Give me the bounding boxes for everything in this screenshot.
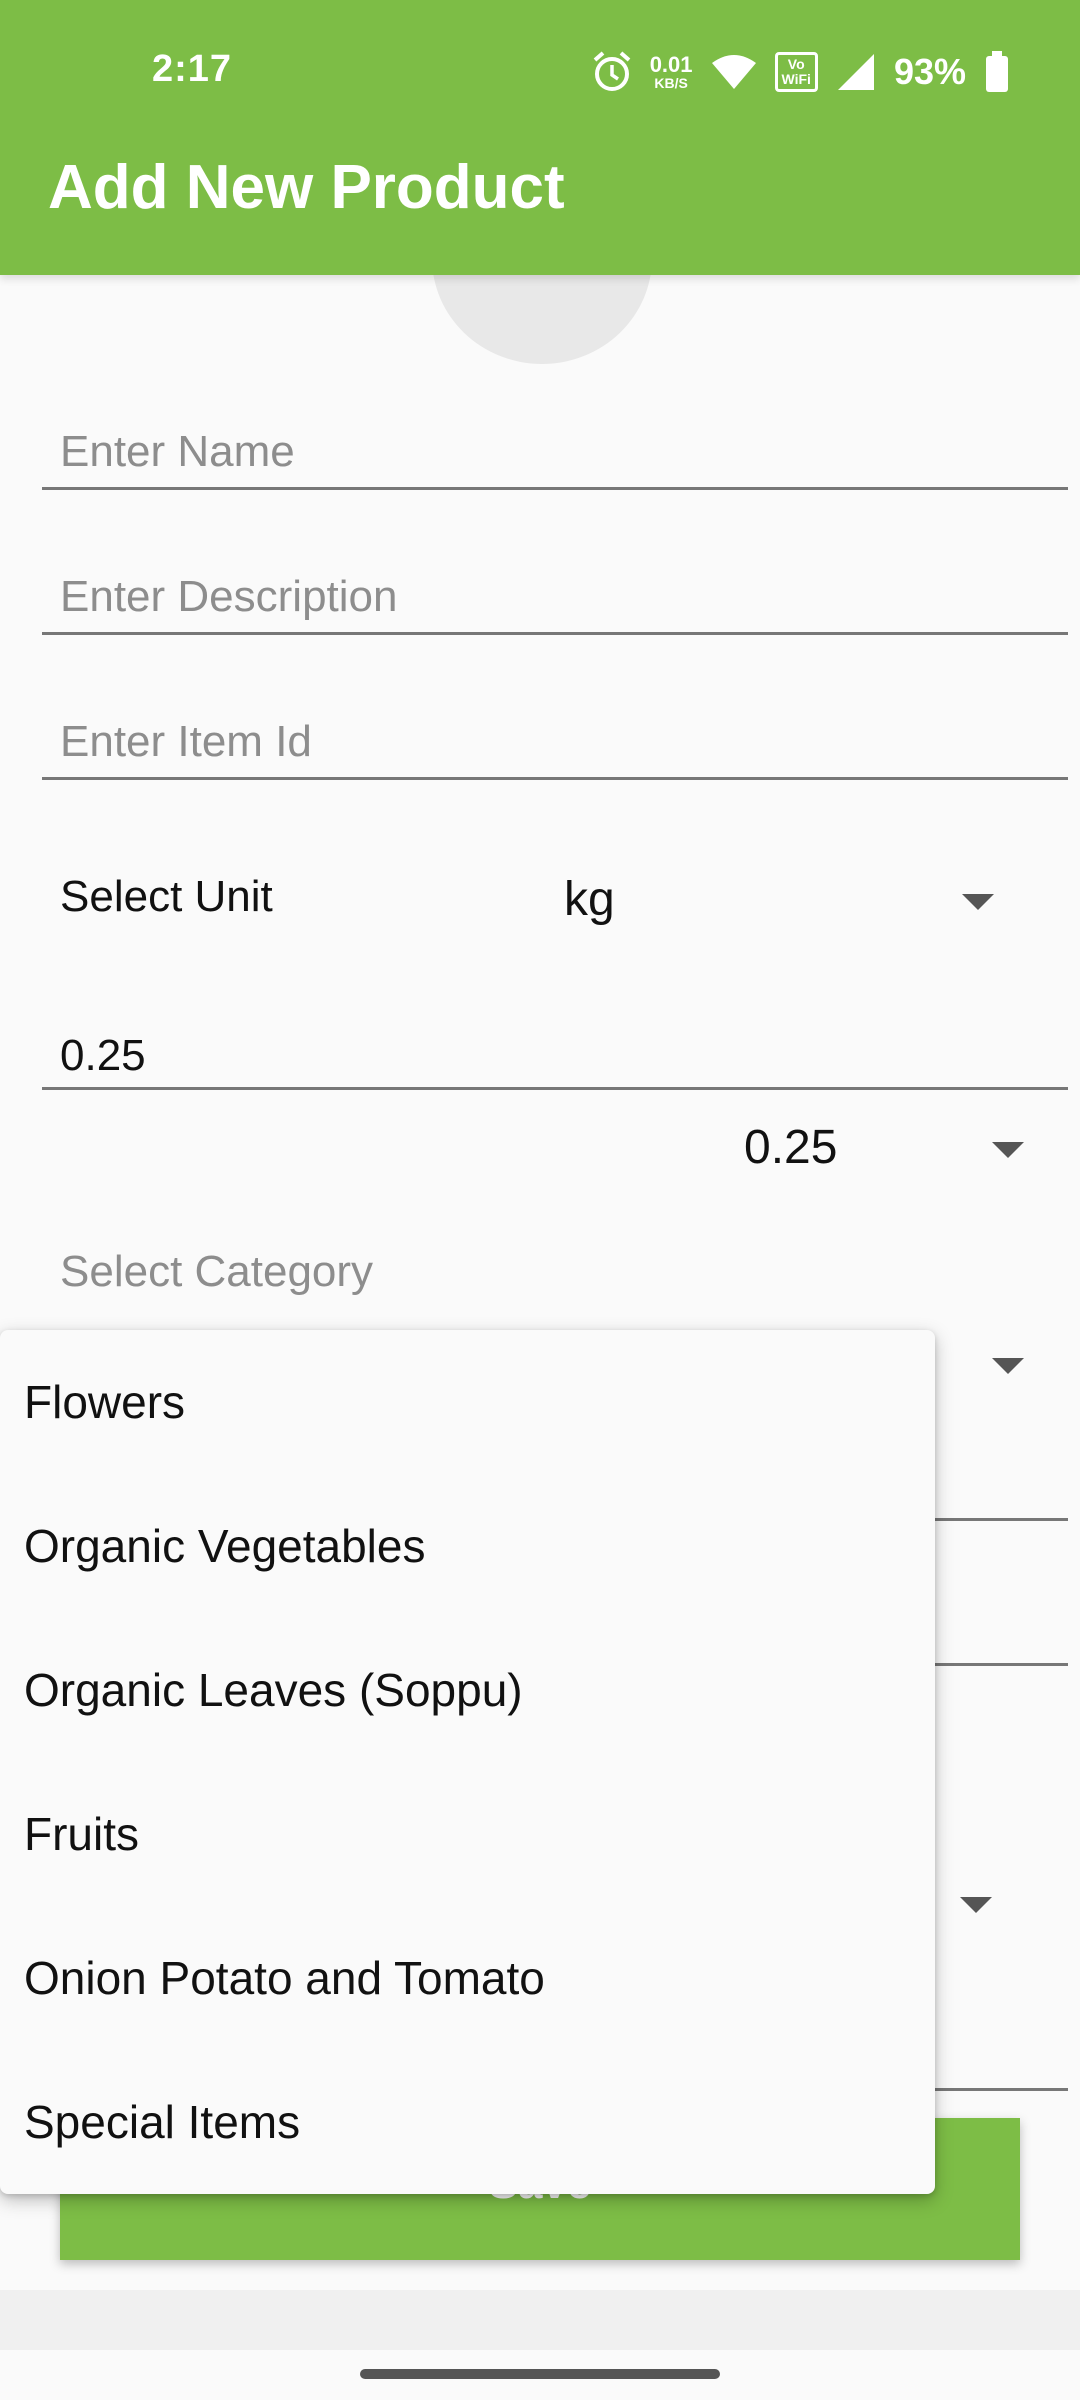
- chevron-down-icon[interactable]: [960, 1897, 992, 1913]
- bottom-area: [0, 2290, 1080, 2350]
- category-option-special-items[interactable]: Special Items: [0, 2050, 935, 2194]
- category-option-flowers[interactable]: Flowers: [0, 1330, 935, 1474]
- unit-label: Select Unit: [60, 872, 273, 921]
- menu-item-label: Organic Vegetables: [24, 1520, 426, 1572]
- category-label: Select Category: [60, 1247, 374, 1296]
- chevron-down-icon[interactable]: [992, 1358, 1024, 1374]
- app-bar: 2:17 0.01 KB/S Vo WiFi 93% Add New Produ…: [0, 0, 1080, 275]
- menu-item-label: Special Items: [24, 2096, 301, 2148]
- name-input[interactable]: Enter Name: [42, 417, 1068, 490]
- chevron-down-icon: [962, 894, 994, 910]
- alarm-icon: [593, 51, 631, 91]
- battery-icon: [986, 51, 1008, 92]
- home-gesture-bar[interactable]: [360, 2369, 720, 2379]
- menu-item-label: Organic Leaves (Soppu): [24, 1664, 523, 1716]
- category-option-organic-leaves[interactable]: Organic Leaves (Soppu): [0, 1618, 935, 1762]
- category-menu: Flowers Organic Vegetables Organic Leave…: [0, 1330, 935, 2194]
- item-id-placeholder: Enter Item Id: [60, 717, 312, 766]
- quantity-dropdown[interactable]: 0.25: [720, 1110, 1040, 1190]
- description-input[interactable]: Enter Description: [42, 562, 1068, 635]
- quantity-value: 0.25: [60, 1031, 146, 1080]
- battery-percent: 93%: [893, 51, 966, 92]
- wifi-icon: [711, 55, 756, 89]
- net-speed-indicator: 0.01 KB/S: [649, 52, 693, 91]
- menu-item-label: Onion Potato and Tomato: [24, 1952, 545, 2004]
- vowifi-bottom: WiFi: [781, 71, 811, 87]
- quantity-input[interactable]: 0.25: [42, 1017, 1068, 1090]
- net-speed-value: 0.01: [649, 52, 693, 77]
- status-time: 2:17: [152, 48, 233, 90]
- status-icons: 0.01 KB/S Vo WiFi 93%: [592, 44, 1010, 100]
- vowifi-top: Vo: [787, 56, 805, 72]
- description-placeholder: Enter Description: [60, 572, 398, 621]
- cell-signal-icon: [837, 54, 874, 90]
- vowifi-icon: Vo WiFi: [774, 52, 818, 92]
- net-speed-unit: KB/S: [654, 75, 688, 91]
- menu-item-label: Flowers: [24, 1376, 186, 1428]
- menu-item-label: Fruits: [24, 1808, 139, 1860]
- unit-dropdown[interactable]: kg: [540, 850, 1030, 950]
- page-title: Add New Product: [48, 153, 565, 222]
- unit-value: kg: [564, 873, 615, 926]
- category-option-onion-potato-tomato[interactable]: Onion Potato and Tomato: [0, 1906, 935, 2050]
- item-id-input[interactable]: Enter Item Id: [42, 707, 1068, 780]
- category-option-organic-vegetables[interactable]: Organic Vegetables: [0, 1474, 935, 1618]
- field-underline: [935, 1663, 1068, 1666]
- name-placeholder: Enter Name: [60, 427, 295, 476]
- category-option-fruits[interactable]: Fruits: [0, 1762, 935, 1906]
- quantity-dropdown-value: 0.25: [744, 1121, 838, 1174]
- chevron-down-icon: [992, 1142, 1024, 1158]
- field-underline: [935, 1518, 1068, 1521]
- field-underline: [935, 2088, 1068, 2091]
